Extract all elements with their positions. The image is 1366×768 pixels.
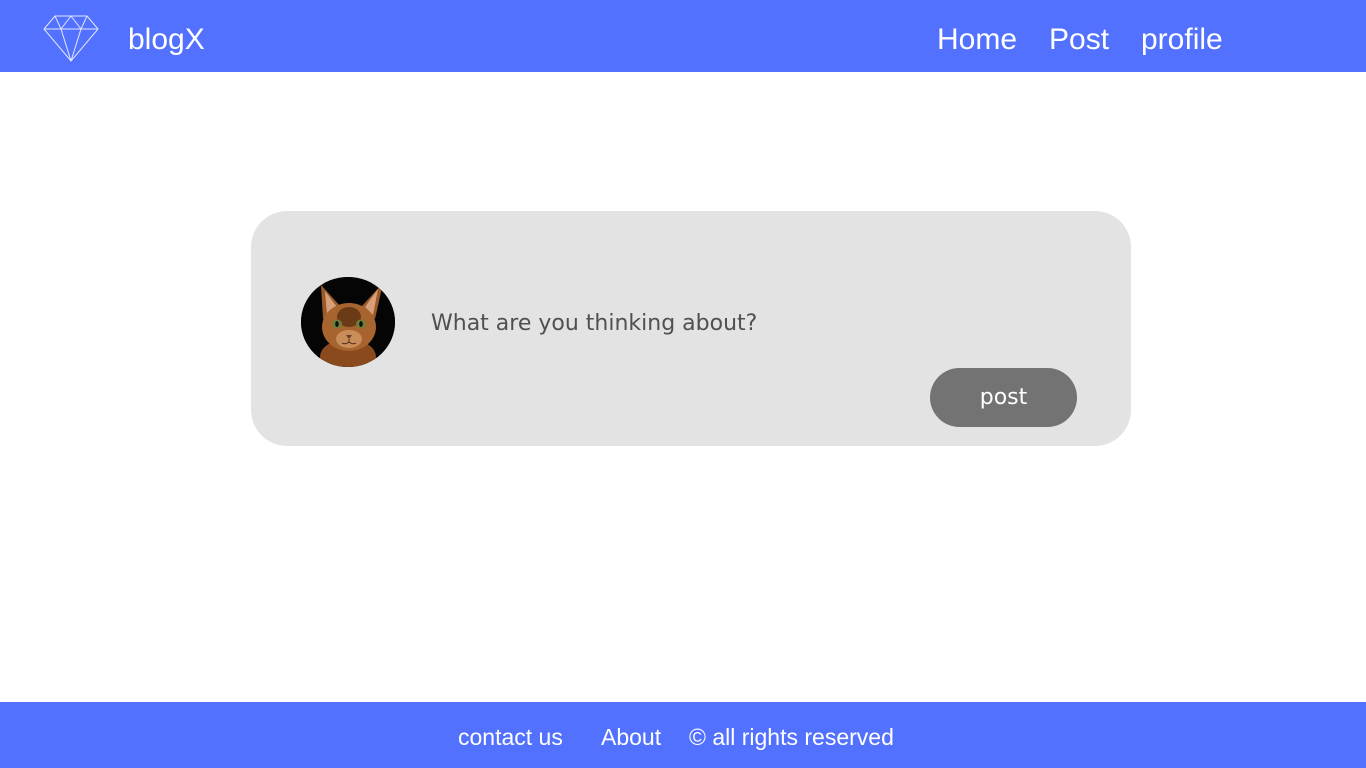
post-composer-input[interactable] (421, 303, 1081, 343)
top-navbar: blogX Home Post profile (0, 0, 1366, 72)
post-button[interactable]: post (930, 368, 1077, 427)
nav-post-link[interactable]: Post (1049, 22, 1109, 58)
avatar (301, 277, 395, 367)
nav-home-link[interactable]: Home (937, 22, 1017, 58)
copyright-text: © all rights reserved (689, 724, 894, 750)
footer: contact us About © all rights reserved (0, 702, 1366, 768)
diamond-icon[interactable] (43, 14, 99, 62)
footer-about-link[interactable]: About (601, 722, 661, 752)
cat-avatar-image (301, 277, 395, 367)
brand-logo-text[interactable]: blogX (128, 22, 205, 58)
nav-profile-link[interactable]: profile (1141, 22, 1223, 58)
page: blogX Home Post profile What are you thi… (0, 0, 1366, 768)
footer-contact-link[interactable]: contact us (458, 722, 563, 752)
post-composer-card: post (251, 211, 1131, 446)
